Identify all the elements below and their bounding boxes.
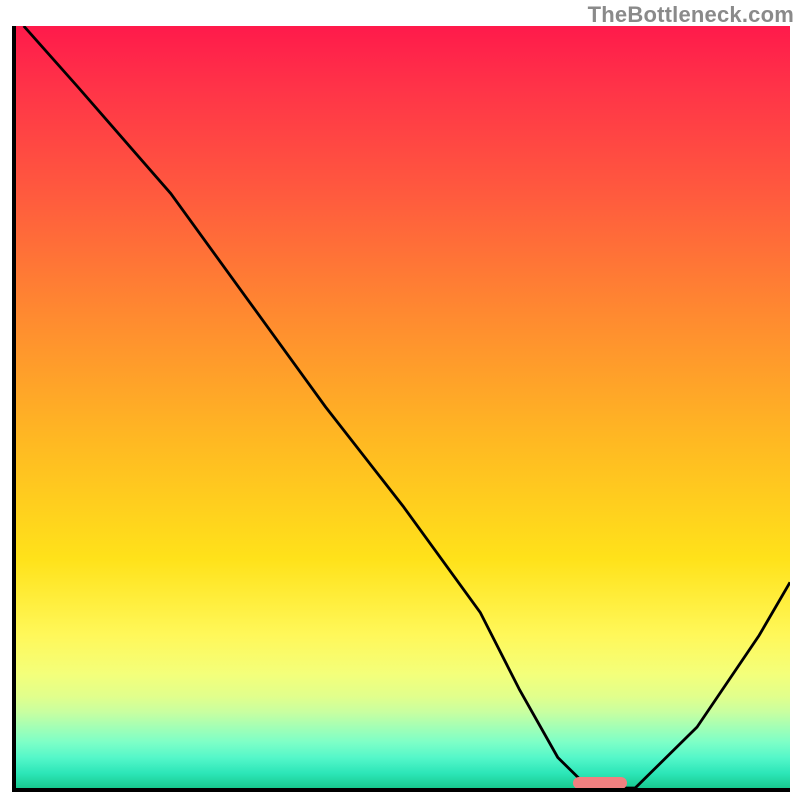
plot-area [12, 26, 790, 792]
chart-wrapper: TheBottleneck.com [0, 0, 800, 800]
curve-path [24, 26, 790, 788]
bottleneck-curve [16, 26, 790, 788]
optimal-range-marker [573, 777, 627, 789]
attribution-text: TheBottleneck.com [588, 2, 794, 28]
